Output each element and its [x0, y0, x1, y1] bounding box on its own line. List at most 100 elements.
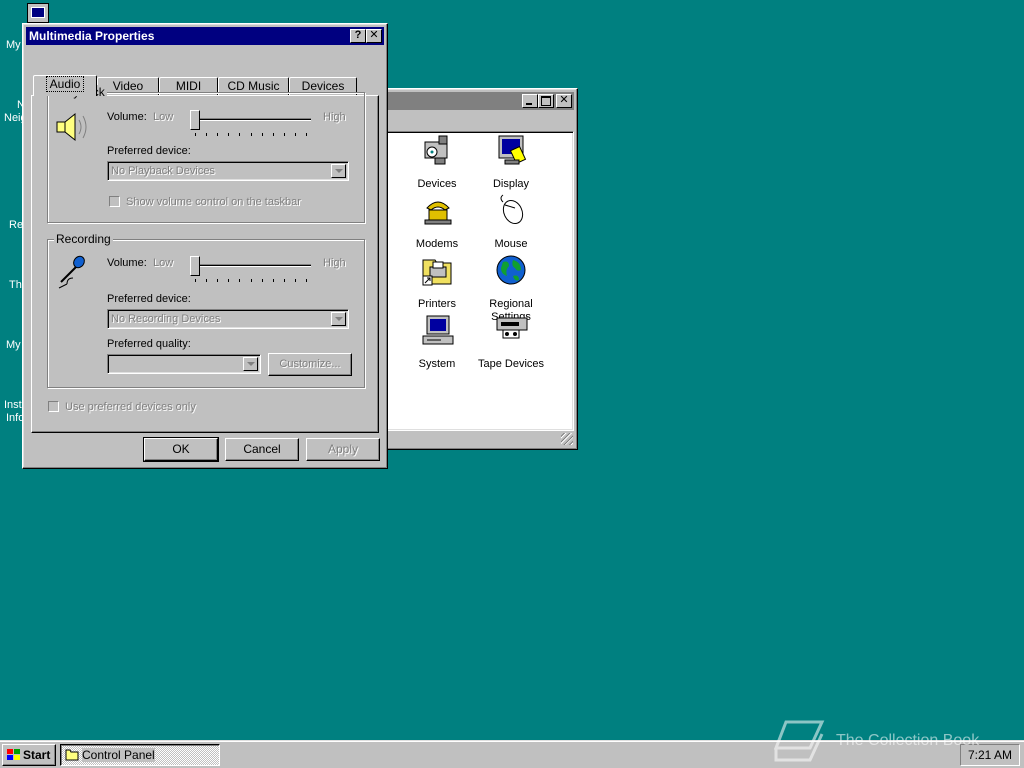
slider-tick: [284, 279, 285, 282]
display-icon: [498, 135, 527, 165]
minimize-button[interactable]: [522, 94, 538, 108]
cp-item-tape-devices-label: Tape Devices: [477, 358, 545, 370]
computer-icon: [422, 315, 454, 345]
multimedia-properties-dialog[interactable]: Multimedia Properties ? ✕ Audio Video MI…: [22, 23, 388, 469]
slider-tick: [217, 279, 218, 282]
tab-midi-label: MIDI: [175, 79, 202, 93]
minimize-icon: [526, 103, 532, 105]
recording-quality-select[interactable]: [107, 354, 261, 374]
slider-tick: [273, 279, 274, 282]
resize-grip[interactable]: [561, 433, 573, 445]
slider-tick: [228, 279, 229, 282]
chevron-down-icon[interactable]: [243, 357, 258, 371]
tab-audio[interactable]: Audio: [33, 75, 97, 96]
slider-tick: [295, 279, 296, 282]
slider-tick: [262, 279, 263, 282]
clock[interactable]: 7:21 AM: [968, 748, 1012, 762]
slider-tick: [217, 133, 218, 136]
ok-button[interactable]: OK: [143, 437, 219, 462]
slider-tick: [195, 279, 196, 282]
cp-item-mouse-label: Mouse: [494, 238, 528, 250]
playback-volume-slider-thumb[interactable]: [190, 110, 200, 130]
chevron-down-icon[interactable]: [331, 312, 346, 326]
playback-volume-label: Volume:: [107, 111, 147, 123]
slider-tick: [284, 133, 285, 136]
control-panel-content: Devices Display Modems Mouse Printers Re…: [384, 131, 574, 431]
folder-icon: [65, 749, 79, 761]
tab-devices-label: Devices: [301, 79, 345, 93]
recording-device-select[interactable]: No Recording Devices: [107, 309, 349, 329]
recording-quality-label: Preferred quality:: [107, 338, 191, 350]
tab-audio-label: Audio: [45, 76, 85, 92]
slider-tick: [251, 279, 252, 282]
recording-group-title: Recording: [54, 232, 113, 246]
desktop-label-the: Th: [9, 279, 22, 291]
cancel-button[interactable]: Cancel: [225, 438, 299, 461]
desktop-icon-my-computer[interactable]: [27, 3, 49, 23]
taskbar-item-label: Control Panel: [82, 748, 155, 762]
start-button[interactable]: Start: [2, 744, 56, 766]
playback-device-select[interactable]: No Playback Devices: [107, 161, 349, 181]
show-volume-label: Show volume control on the taskbar: [126, 196, 301, 208]
use-preferred-label: Use preferred devices only: [65, 401, 196, 413]
recording-volume-slider-track[interactable]: [193, 264, 311, 267]
cp-item-devices-label: Devices: [417, 178, 457, 190]
apply-button[interactable]: Apply: [306, 438, 380, 461]
dialog-titlebar[interactable]: Multimedia Properties ? ✕: [26, 27, 384, 45]
recording-volume-slider-thumb[interactable]: [190, 256, 200, 276]
slider-tick: [239, 279, 240, 282]
help-button[interactable]: ?: [350, 29, 366, 43]
desktop-label-recycle: Re: [9, 219, 24, 231]
slider-tick: [206, 133, 207, 136]
slider-tick: [306, 133, 307, 136]
close-button[interactable]: ✕: [556, 94, 572, 108]
slider-tick: [306, 279, 307, 282]
recording-volume-ticks: [195, 279, 307, 283]
speaker-icon: [56, 112, 87, 142]
slider-tick: [273, 133, 274, 136]
tape-drive-icon: [496, 317, 528, 339]
chevron-down-icon[interactable]: [331, 164, 346, 178]
desktop-label-inst: Inst: [4, 399, 22, 411]
computer-icon: [31, 7, 45, 18]
close-icon: ✕: [559, 94, 569, 106]
playback-volume-ticks: [195, 133, 307, 137]
printer-icon: [422, 259, 452, 286]
show-volume-checkbox[interactable]: [109, 196, 120, 207]
cp-item-modems-label: Modems: [415, 238, 459, 250]
taskbar-item-control-panel[interactable]: Control Panel: [60, 744, 220, 766]
cancel-button-label: Cancel: [243, 442, 281, 456]
devices-icon: [424, 135, 448, 165]
close-button[interactable]: ✕: [366, 29, 382, 43]
playback-device-value: No Playback Devices: [111, 165, 215, 177]
playback-device-label: Preferred device:: [107, 145, 191, 157]
tab-video-label: Video: [112, 79, 144, 93]
recording-volume-label: Volume:: [107, 257, 147, 269]
playback-volume-high-label: High: [323, 111, 346, 123]
slider-tick: [239, 133, 240, 136]
desktop-label-my-computer: My: [6, 39, 21, 51]
windows-logo-icon: [7, 749, 20, 760]
use-preferred-checkbox[interactable]: [48, 401, 59, 412]
control-panel-titlebar[interactable]: ✕: [384, 92, 574, 110]
recording-device-label: Preferred device:: [107, 293, 191, 305]
customize-button[interactable]: Customize...: [268, 353, 352, 376]
watermark-text: The Collection Book: [836, 732, 980, 749]
apply-button-label: Apply: [327, 442, 359, 456]
book-icon: [773, 720, 825, 762]
ok-button-label: OK: [172, 442, 190, 456]
maximize-button[interactable]: [538, 94, 554, 108]
playback-volume-slider-track[interactable]: [193, 118, 311, 121]
help-icon: ?: [354, 29, 362, 41]
recording-device-value: No Recording Devices: [111, 313, 221, 325]
desktop-label-my: My: [6, 339, 21, 351]
start-button-label: Start: [23, 748, 51, 762]
menu-bar: [384, 111, 574, 129]
microphone-icon: [58, 255, 85, 289]
tab-cd-music-label: CD Music: [227, 79, 280, 93]
slider-tick: [206, 279, 207, 282]
modem-icon: [424, 201, 452, 225]
control-panel-window[interactable]: ✕ Devices Display Modems Mouse Printers …: [380, 88, 578, 450]
customize-button-label: Customize...: [279, 358, 341, 370]
recording-volume-low-label: Low: [153, 257, 174, 269]
